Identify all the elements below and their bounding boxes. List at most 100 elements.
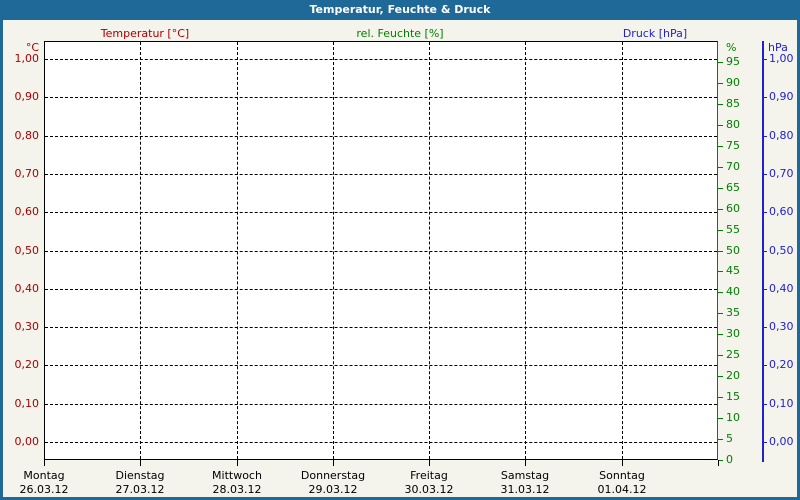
percent-axis-tick-label: 35 — [726, 306, 740, 319]
gridline-horizontal — [45, 404, 717, 405]
percent-axis-tick — [718, 230, 723, 231]
percent-axis-tick — [718, 83, 723, 84]
percent-axis-tick-label: 75 — [726, 139, 740, 152]
hpa-axis-tick-label: 0,60 — [769, 205, 794, 218]
x-axis-date-label: 28.03.12 — [189, 483, 285, 496]
x-axis-tick — [333, 460, 334, 466]
percent-axis-tick — [718, 292, 723, 293]
app-window: Temperatur, Feuchte & Druck Temperatur [… — [0, 0, 800, 500]
percent-axis-tick — [718, 209, 723, 210]
percent-axis-tick — [718, 188, 723, 189]
gridline-vertical — [140, 42, 141, 459]
x-axis-date-label: 31.03.12 — [477, 483, 573, 496]
gridline-vertical — [237, 42, 238, 459]
percent-axis-tick — [718, 376, 723, 377]
window-titlebar[interactable]: Temperatur, Feuchte & Druck — [0, 0, 800, 20]
left-axis-tick-label: 0,60 — [2, 205, 39, 218]
left-axis-tick-label: 0,70 — [2, 167, 39, 180]
hpa-axis-tick-label: 0,50 — [769, 244, 794, 257]
percent-axis-unit: % — [726, 41, 736, 54]
percent-axis-tick-label: 70 — [726, 160, 740, 173]
percent-axis-tick — [718, 104, 723, 105]
percent-axis-tick-label: 0 — [726, 453, 733, 466]
percent-axis-tick-label: 50 — [726, 244, 740, 257]
percent-axis-tick — [718, 439, 723, 440]
percent-axis-tick — [718, 355, 723, 356]
gridline-vertical — [622, 42, 623, 459]
left-axis-tick-label: 0,90 — [2, 90, 39, 103]
gridline-horizontal — [45, 97, 717, 98]
percent-axis-tick-label: 60 — [726, 202, 740, 215]
hpa-axis-tick-label: 0,20 — [769, 358, 794, 371]
percent-axis-tick — [718, 251, 723, 252]
hpa-axis-tick-label: 0,90 — [769, 90, 794, 103]
x-axis-date-label: 01.04.12 — [574, 483, 670, 496]
gridline-vertical — [429, 42, 430, 459]
percent-axis-tick — [718, 334, 723, 335]
gridline-horizontal — [45, 59, 717, 60]
x-axis-date-label: 26.03.12 — [0, 483, 92, 496]
percent-axis-tick — [718, 271, 723, 272]
hpa-axis-tick-label: 0,10 — [769, 397, 794, 410]
hpa-axis-unit: hPa — [768, 41, 788, 54]
percent-axis-tick-label: 65 — [726, 181, 740, 194]
percent-axis-tick — [718, 146, 723, 147]
hpa-axis-tick-label: 0,80 — [769, 129, 794, 142]
x-axis-day-label: Montag — [0, 469, 92, 482]
percent-axis-tick — [718, 418, 723, 419]
percent-axis-tick — [718, 62, 723, 63]
gridline-horizontal — [45, 365, 717, 366]
gridline-horizontal — [45, 136, 717, 137]
percent-axis-tick-label: 20 — [726, 369, 740, 382]
x-axis-tick — [44, 460, 45, 466]
x-axis-tick — [525, 460, 526, 466]
window-border-left — [0, 20, 3, 500]
x-axis-tick — [140, 460, 141, 466]
x-axis-tick — [237, 460, 238, 466]
legend-pressure: Druck [hPa] — [590, 27, 720, 40]
x-axis-tick — [718, 460, 719, 466]
percent-axis-tick-label: 25 — [726, 348, 740, 361]
gridline-horizontal — [45, 251, 717, 252]
plot-area[interactable] — [44, 41, 718, 460]
percent-axis-tick-label: 45 — [726, 264, 740, 277]
x-axis-tick — [429, 460, 430, 466]
x-axis-day-label: Dienstag — [92, 469, 188, 482]
hpa-axis-line — [762, 41, 764, 462]
hpa-axis-tick-label: 0,70 — [769, 167, 794, 180]
percent-axis-tick-label: 95 — [726, 55, 740, 68]
x-axis-day-label: Donnerstag — [285, 469, 381, 482]
percent-axis-tick-label: 90 — [726, 76, 740, 89]
x-axis-day-label: Samstag — [477, 469, 573, 482]
left-axis-tick-label: 0,50 — [2, 244, 39, 257]
percent-axis-tick-label: 5 — [726, 432, 733, 445]
gridline-horizontal — [45, 174, 717, 175]
percent-axis-tick-label: 85 — [726, 97, 740, 110]
x-axis-day-label: Freitag — [381, 469, 477, 482]
hpa-axis-tick-label: 0,00 — [769, 435, 794, 448]
percent-axis-tick — [718, 313, 723, 314]
hpa-axis-tick-label: 0,40 — [769, 282, 794, 295]
left-axis-unit: °C — [2, 41, 39, 54]
gridline-vertical — [333, 42, 334, 459]
gridline-vertical — [525, 42, 526, 459]
gridline-horizontal — [45, 289, 717, 290]
percent-axis-tick — [718, 125, 723, 126]
hpa-axis-tick-label: 0,30 — [769, 320, 794, 333]
percent-axis-tick — [718, 460, 723, 461]
x-axis-day-label: Mittwoch — [189, 469, 285, 482]
x-axis-date-label: 30.03.12 — [381, 483, 477, 496]
x-axis-date-label: 29.03.12 — [285, 483, 381, 496]
percent-axis-tick — [718, 167, 723, 168]
percent-axis-tick-label: 40 — [726, 285, 740, 298]
percent-axis-tick-label: 80 — [726, 118, 740, 131]
x-axis-tick — [622, 460, 623, 466]
left-axis-tick-label: 0,00 — [2, 435, 39, 448]
x-axis-date-label: 27.03.12 — [92, 483, 188, 496]
left-axis-tick-label: 0,20 — [2, 358, 39, 371]
left-axis-tick-label: 0,80 — [2, 129, 39, 142]
x-axis-day-label: Sonntag — [574, 469, 670, 482]
left-axis-tick-label: 0,40 — [2, 282, 39, 295]
percent-axis-tick-label: 10 — [726, 411, 740, 424]
percent-axis-tick — [718, 397, 723, 398]
